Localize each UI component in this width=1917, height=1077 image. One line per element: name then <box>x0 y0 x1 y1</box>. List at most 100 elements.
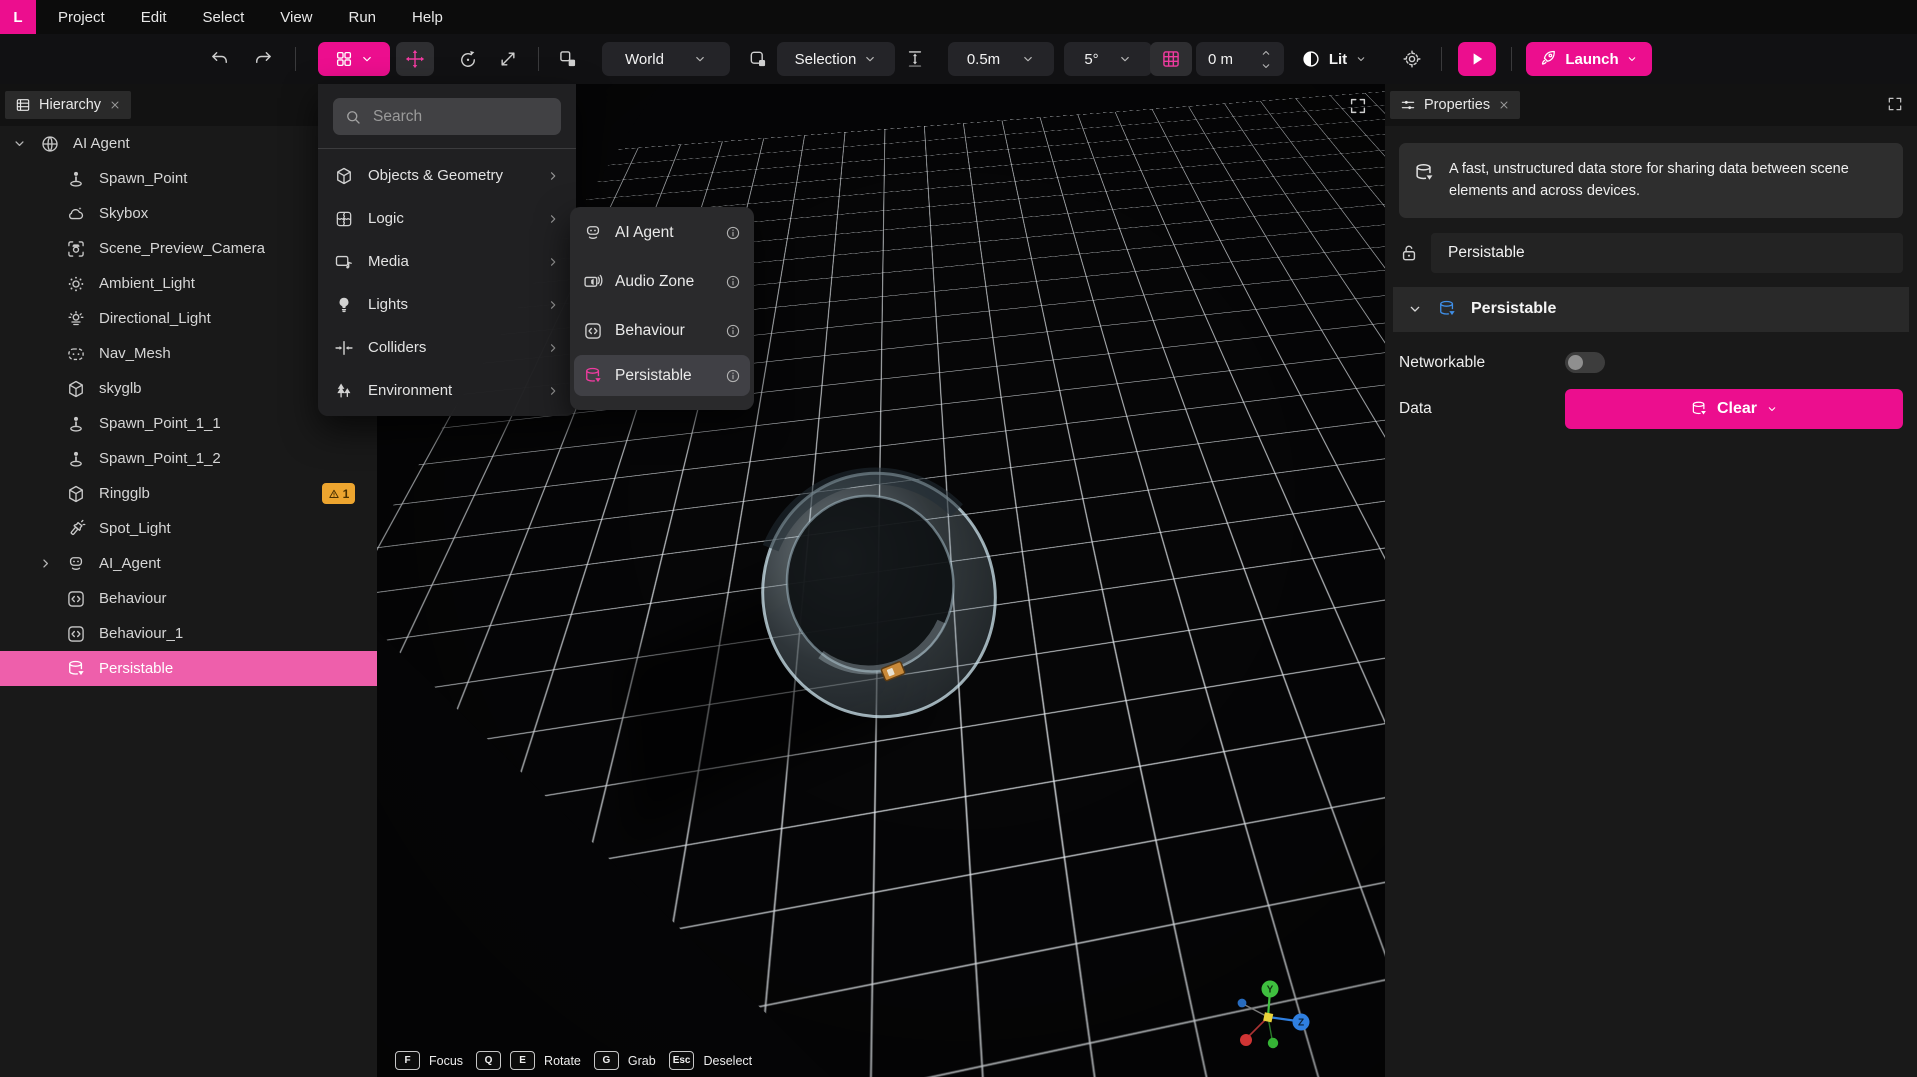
menu-item-colliders[interactable]: Colliders <box>318 326 576 369</box>
chevron-right-icon <box>546 384 560 398</box>
menu-item-objects-geometry[interactable]: Objects & Geometry <box>318 154 576 197</box>
snap-button[interactable] <box>901 42 929 76</box>
rotate-snap-dropdown[interactable]: 5° <box>1064 42 1152 76</box>
menu-item-lights[interactable]: Lights <box>318 283 576 326</box>
launch-button[interactable]: Launch <box>1526 42 1652 76</box>
info-icon[interactable] <box>725 225 741 241</box>
chevron-right-icon[interactable] <box>38 556 53 571</box>
menu-help[interactable]: Help <box>412 9 443 26</box>
grid-height-stepper[interactable]: 0 m <box>1196 42 1284 76</box>
submenu-item-behaviour[interactable]: Behaviour <box>570 306 754 355</box>
menu-item-logic[interactable]: Logic <box>318 197 576 240</box>
toolbar-divider <box>295 47 296 71</box>
menu-edit[interactable]: Edit <box>141 9 167 26</box>
menu-view[interactable]: View <box>280 9 312 26</box>
axis-y-label: Y <box>1267 985 1274 996</box>
space-dropdown[interactable]: World <box>602 42 730 76</box>
viewport-expand-icon[interactable] <box>1349 97 1367 115</box>
orientation-gizmo[interactable]: Y Z <box>1225 977 1317 1059</box>
database-icon <box>1437 299 1457 319</box>
audio-zone-icon <box>583 272 603 292</box>
networkable-row: Networkable <box>1399 340 1903 386</box>
translate-snap-dropdown[interactable]: 0.5m <box>948 42 1054 76</box>
move-tool-button[interactable] <box>396 42 434 76</box>
hierarchy-tab-label: Hierarchy <box>39 97 101 113</box>
menu-item-environment[interactable]: Environment <box>318 369 576 412</box>
axis-neg-y-ball[interactable] <box>1268 1038 1278 1048</box>
component-description: A fast, unstructured data store for shar… <box>1449 158 1889 203</box>
chevron-down-icon <box>1626 53 1638 65</box>
redo-button[interactable] <box>248 42 278 76</box>
entity-name-input[interactable] <box>1431 233 1903 273</box>
menu-select[interactable]: Select <box>203 9 245 26</box>
cube-icon <box>334 166 354 186</box>
submenu-item-ai-agent[interactable]: AI Agent <box>570 208 754 257</box>
tree-item-behaviour-1[interactable]: Behaviour_1 <box>0 616 377 651</box>
tree-item-label: Spawn_Point_1_2 <box>99 450 221 467</box>
axis-x-ball[interactable] <box>1240 1034 1252 1046</box>
model-icon <box>66 379 86 399</box>
app-logo[interactable]: L <box>0 0 36 34</box>
tree-item-behaviour[interactable]: Behaviour <box>0 581 377 616</box>
pivot-dropdown[interactable]: Selection <box>777 42 895 76</box>
properties-content: A fast, unstructured data store for shar… <box>1385 143 1917 432</box>
menu-item-label: Lights <box>368 296 408 313</box>
properties-panel: Properties A fast, unstructured data sto… <box>1385 84 1917 1077</box>
rotate-tool-button[interactable] <box>452 42 484 76</box>
tree-item-label: AI_Agent <box>99 555 161 572</box>
info-icon[interactable] <box>725 368 741 384</box>
undo-button[interactable] <box>205 42 235 76</box>
tree-item-label: Scene_Preview_Camera <box>99 240 265 257</box>
ring-model[interactable] <box>739 450 1019 740</box>
redo-icon <box>253 49 273 69</box>
tree-item-spawn-point-1-2[interactable]: Spawn_Point_1_2 <box>0 441 377 476</box>
chevron-down-icon[interactable] <box>1260 60 1272 72</box>
close-icon[interactable] <box>1498 99 1510 111</box>
networkable-toggle[interactable] <box>1565 352 1605 373</box>
menu-run[interactable]: Run <box>349 9 377 26</box>
menu-search[interactable] <box>333 98 561 135</box>
settings-button[interactable] <box>1396 42 1428 76</box>
tree-item-ai-agent[interactable]: AI_Agent <box>0 546 377 581</box>
tree-item-spot-light[interactable]: Spot_Light <box>0 511 377 546</box>
pivot-button[interactable] <box>742 42 774 76</box>
warning-badge[interactable]: 1 <box>322 483 355 504</box>
chevron-down-icon[interactable] <box>1407 301 1423 317</box>
menu-project[interactable]: Project <box>58 9 105 26</box>
clear-data-button[interactable]: Clear <box>1565 389 1903 429</box>
component-section-header[interactable]: Persistable <box>1393 287 1909 332</box>
shading-dropdown[interactable]: Lit <box>1293 42 1375 76</box>
tree-item-persistable[interactable]: Persistable <box>0 651 377 686</box>
spot-light-icon <box>66 519 86 539</box>
tab-hierarchy[interactable]: Hierarchy <box>5 91 131 119</box>
panel-expand-icon[interactable] <box>1887 96 1903 112</box>
axis-neg-ball[interactable] <box>1238 999 1247 1008</box>
add-object-menu-button[interactable] <box>318 42 390 76</box>
ambient-light-icon <box>66 274 86 294</box>
submenu-item-audio-zone[interactable]: Audio Zone <box>570 257 754 306</box>
database-icon <box>1413 162 1435 184</box>
play-icon <box>1468 50 1486 68</box>
transform-space-button[interactable] <box>552 42 584 76</box>
grid-toggle-button[interactable] <box>1150 42 1192 76</box>
tab-properties[interactable]: Properties <box>1390 91 1520 119</box>
transform-space-icon <box>558 49 578 69</box>
submenu-item-persistable[interactable]: Persistable <box>574 355 750 396</box>
chevron-right-icon <box>546 169 560 183</box>
chevron-down-icon[interactable] <box>12 136 27 151</box>
menu-item-label: Objects & Geometry <box>368 167 503 184</box>
puzzle-icon <box>334 209 354 229</box>
tree-item-ringglb[interactable]: Ringglb 1 <box>0 476 377 511</box>
data-row: Data Clear <box>1399 386 1903 432</box>
lock-open-icon[interactable] <box>1399 243 1419 263</box>
play-button[interactable] <box>1458 42 1496 76</box>
shortcut-hints: F Focus Q E Rotate G Grab Esc Deselect <box>395 1051 756 1070</box>
close-icon[interactable] <box>109 99 121 111</box>
info-icon[interactable] <box>725 274 741 290</box>
chevron-up-icon[interactable] <box>1260 47 1272 59</box>
scale-tool-button[interactable] <box>492 42 524 76</box>
search-input[interactable] <box>371 107 575 127</box>
menu-item-media[interactable]: Media <box>318 240 576 283</box>
info-icon[interactable] <box>725 323 741 339</box>
chevron-right-icon <box>546 298 560 312</box>
